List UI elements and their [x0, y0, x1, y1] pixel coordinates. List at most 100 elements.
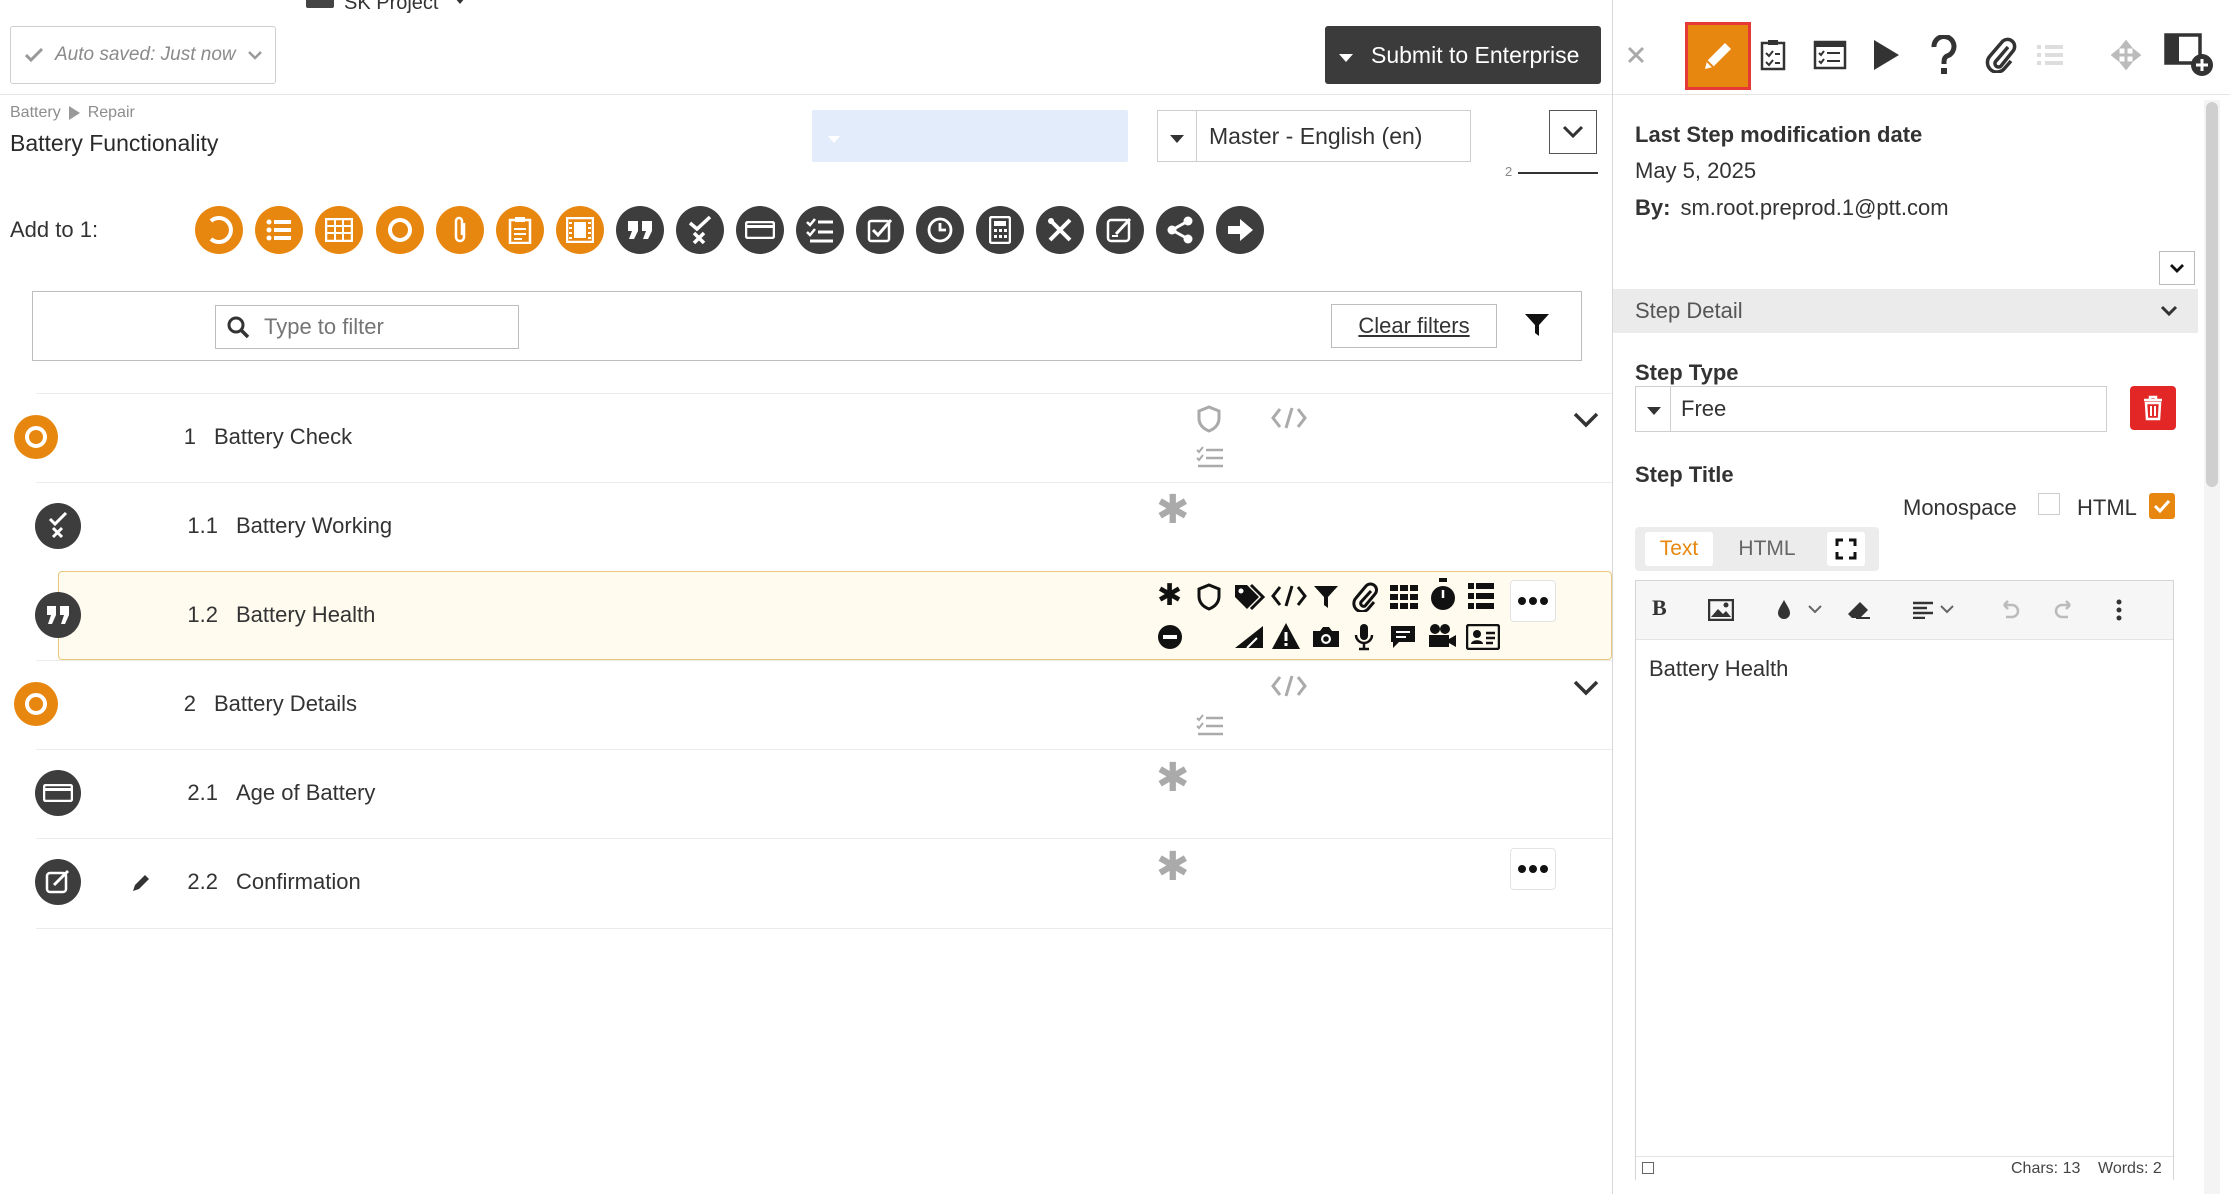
expand-history-button[interactable]: [2159, 251, 2195, 285]
more-options-button[interactable]: [1510, 580, 1556, 622]
pencil-icon[interactable]: [130, 872, 152, 894]
paperclip-icon[interactable]: [1352, 582, 1378, 612]
add-partial-circle-button[interactable]: [195, 206, 243, 254]
step-type-select-toggle[interactable]: [1636, 387, 1671, 431]
add-media-button[interactable]: [556, 206, 604, 254]
image-button[interactable]: [1708, 599, 1734, 621]
step-label[interactable]: Battery Working: [236, 513, 392, 539]
step-detail-header[interactable]: Step Detail: [1613, 289, 2198, 333]
html-checkbox[interactable]: [2149, 493, 2175, 519]
add-list-button[interactable]: [255, 206, 303, 254]
add-quote-button[interactable]: [616, 206, 664, 254]
microphone-icon[interactable]: [1354, 623, 1374, 651]
fullscreen-button[interactable]: [1827, 532, 1865, 566]
step-label[interactable]: Battery Details: [214, 691, 357, 717]
play-button[interactable]: [1860, 30, 1912, 80]
warning-icon[interactable]: [1271, 622, 1301, 650]
add-panel-button[interactable]: [2163, 30, 2215, 80]
breadcrumb-item[interactable]: Repair: [88, 104, 135, 122]
stopwatch-icon[interactable]: [1429, 578, 1457, 612]
add-table-button[interactable]: [315, 206, 363, 254]
database-icon[interactable]: [1468, 583, 1494, 609]
clear-filters-button[interactable]: Clear filters: [1331, 304, 1497, 348]
id-card-icon[interactable]: [1466, 624, 1500, 650]
checklist-icon[interactable]: [1196, 446, 1224, 470]
filter-icon[interactable]: [1524, 312, 1550, 338]
filter-input[interactable]: [215, 305, 519, 349]
more-vertical-button[interactable]: [2116, 599, 2122, 621]
breadcrumb-item[interactable]: Battery: [10, 104, 61, 122]
code-icon[interactable]: [1271, 584, 1307, 608]
chevron-down-icon[interactable]: [1808, 605, 1822, 614]
chevron-down-icon[interactable]: [1573, 680, 1599, 696]
editor-content[interactable]: Battery Health: [1649, 656, 1788, 682]
preview-button[interactable]: [1804, 30, 1856, 80]
edit-step-button[interactable]: [1685, 22, 1751, 90]
more-options-button[interactable]: [1510, 848, 1556, 890]
ruler-icon[interactable]: [1233, 624, 1265, 650]
collapse-all-button[interactable]: [1549, 110, 1597, 154]
add-attachment-button[interactable]: [436, 206, 484, 254]
tab-text[interactable]: Text: [1645, 532, 1713, 566]
attachments-button[interactable]: [1975, 30, 2027, 80]
comment-icon[interactable]: [1389, 624, 1417, 650]
add-checkbox-button[interactable]: [856, 206, 904, 254]
remove-icon[interactable]: [1157, 624, 1183, 650]
step-checklist-button[interactable]: [1747, 30, 1799, 80]
autosave-dropdown[interactable]: Auto saved: Just now: [10, 26, 276, 84]
grid-icon[interactable]: [1390, 585, 1418, 609]
required-icon[interactable]: ✱: [1156, 758, 1190, 798]
add-clipboard-button[interactable]: [496, 206, 544, 254]
align-button[interactable]: [1912, 601, 1934, 619]
shield-icon[interactable]: [1196, 583, 1222, 611]
checklist-icon[interactable]: [1196, 714, 1224, 738]
monospace-checkbox[interactable]: [2038, 493, 2060, 515]
add-tools-button[interactable]: [1036, 206, 1084, 254]
tab-html[interactable]: HTML: [1727, 532, 1807, 566]
step-label[interactable]: Battery Check: [214, 424, 352, 450]
text-color-button[interactable]: [1776, 598, 1792, 620]
resize-icon[interactable]: [1642, 1162, 1654, 1174]
zoom-slider[interactable]: [1518, 172, 1598, 174]
add-branch-button[interactable]: [1156, 206, 1204, 254]
delete-step-button[interactable]: [2130, 386, 2176, 430]
required-icon[interactable]: ✱: [1156, 847, 1190, 887]
tag-icon[interactable]: [1233, 583, 1265, 611]
move-button[interactable]: [2100, 30, 2152, 80]
add-check-x-button[interactable]: [676, 206, 724, 254]
add-checklist-button[interactable]: [796, 206, 844, 254]
camera-icon[interactable]: [1311, 625, 1341, 649]
add-signature-button[interactable]: [1096, 206, 1144, 254]
step-label[interactable]: Confirmation: [236, 869, 361, 895]
add-goto-button[interactable]: [1216, 206, 1264, 254]
redo-button[interactable]: [2054, 599, 2076, 619]
close-panel-button[interactable]: [1610, 30, 1662, 80]
required-icon[interactable]: ✱: [1157, 581, 1182, 611]
step-label[interactable]: Age of Battery: [236, 780, 375, 806]
required-icon[interactable]: ✱: [1156, 490, 1190, 530]
chevron-down-icon[interactable]: [1573, 412, 1599, 428]
filter-text-input[interactable]: [262, 313, 506, 341]
bold-button[interactable]: B: [1652, 595, 1667, 621]
filter-select[interactable]: [812, 110, 1128, 162]
submit-to-enterprise-button[interactable]: Submit to Enterprise: [1325, 26, 1601, 84]
filter-icon[interactable]: [1313, 585, 1339, 609]
chevron-down-icon[interactable]: [1940, 605, 1954, 614]
project-name[interactable]: SK Project: [344, 0, 438, 15]
language-select[interactable]: Master - English (en): [1157, 110, 1471, 162]
list-button[interactable]: [2024, 30, 2076, 80]
add-timer-button[interactable]: [916, 206, 964, 254]
code-icon[interactable]: [1271, 674, 1307, 698]
step-type-select[interactable]: Free: [1635, 386, 2107, 432]
scrollbar-thumb[interactable]: [2206, 102, 2218, 487]
language-select-toggle[interactable]: [1158, 111, 1197, 161]
add-input-button[interactable]: [736, 206, 784, 254]
add-calculator-button[interactable]: [976, 206, 1024, 254]
code-icon[interactable]: [1271, 406, 1307, 430]
clear-format-button[interactable]: [1846, 599, 1872, 621]
undo-button[interactable]: [1998, 599, 2020, 619]
video-camera-icon[interactable]: [1427, 623, 1457, 649]
add-circle-button[interactable]: [376, 206, 424, 254]
shield-icon[interactable]: [1196, 405, 1222, 433]
help-button[interactable]: [1918, 30, 1970, 80]
